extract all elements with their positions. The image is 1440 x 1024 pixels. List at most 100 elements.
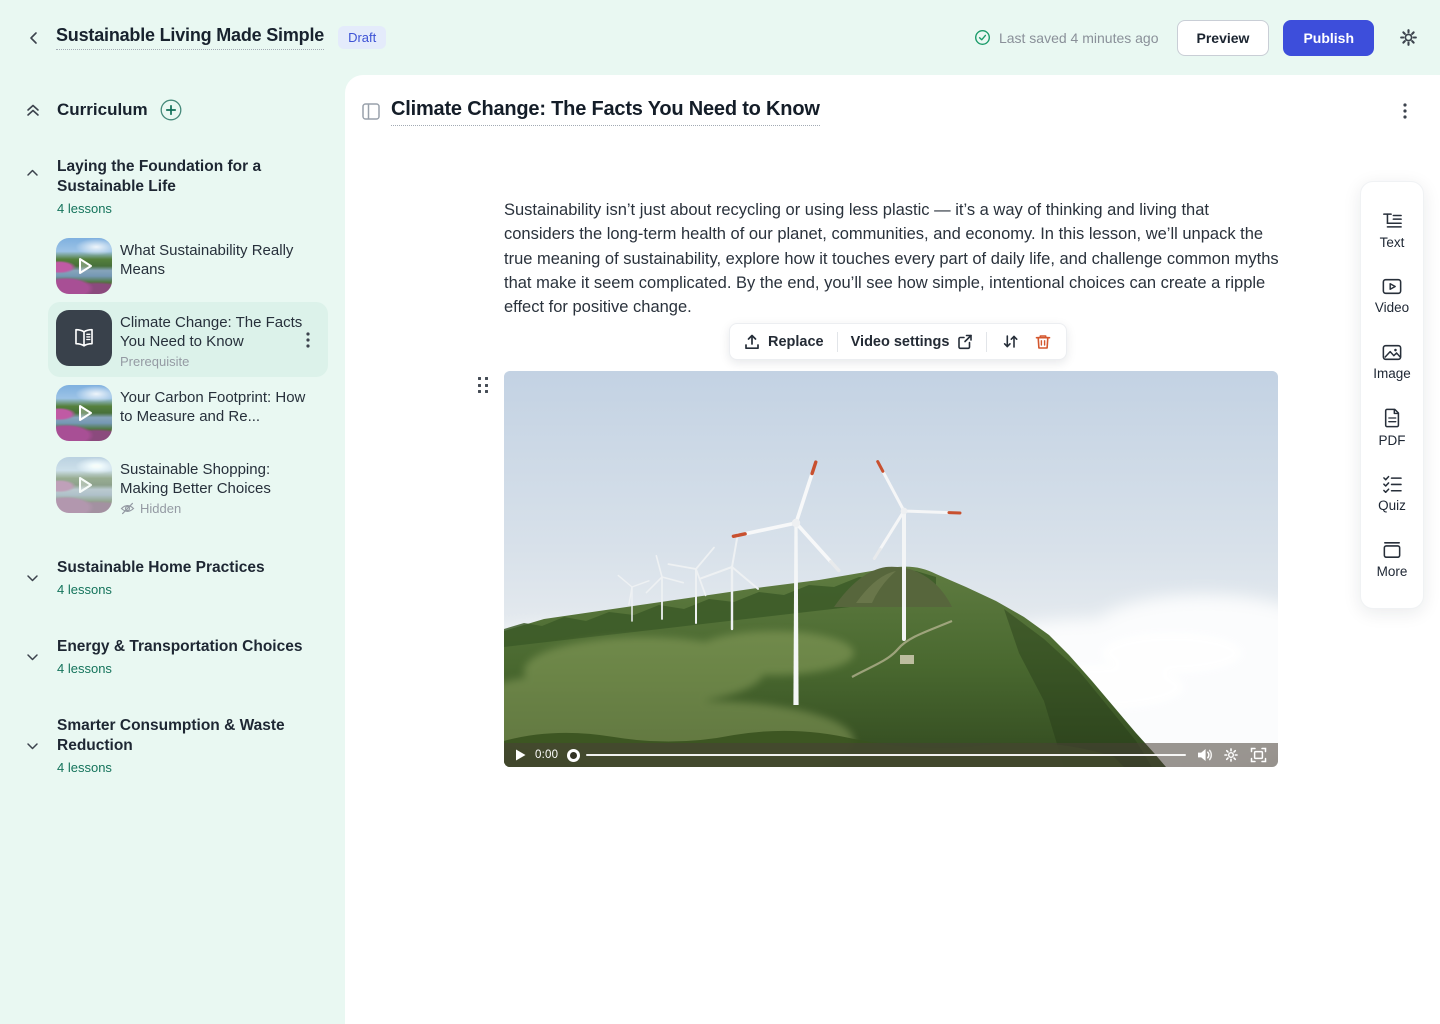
play-button-icon[interactable]	[515, 749, 526, 761]
preview-button[interactable]: Preview	[1177, 20, 1270, 56]
fullscreen-button[interactable]	[1249, 746, 1267, 764]
insert-pdf-button[interactable]: PDF	[1361, 395, 1423, 461]
section-title: Energy & Transportation Choices	[57, 637, 321, 657]
chevron-down-icon[interactable]	[25, 649, 40, 664]
more-blocks-icon	[1382, 541, 1402, 559]
video-settings-button[interactable]: Video settings	[851, 333, 974, 350]
volume-button[interactable]	[1195, 746, 1213, 764]
section-header[interactable]: Laying the Foundation for a Sustainable …	[0, 157, 345, 216]
section-lesson-count: 4 lessons	[57, 582, 321, 597]
trash-icon	[1034, 333, 1052, 351]
lesson-item[interactable]: What Sustainability Really Means	[48, 230, 328, 302]
curriculum-title: Curriculum	[57, 100, 148, 120]
section-lesson-count: 4 lessons	[57, 760, 321, 775]
video-block-toolbar: Replace Video settings	[729, 323, 1067, 360]
lesson-body-text[interactable]: Sustainability isn’t just about recyclin…	[504, 198, 1280, 319]
lesson-list: What Sustainability Really Means	[0, 230, 345, 524]
hidden-label: Hidden	[140, 501, 181, 516]
video-icon	[1382, 278, 1402, 295]
quiz-checklist-icon	[1382, 475, 1402, 493]
lesson-page-title[interactable]: Climate Change: The Facts You Need to Kn…	[391, 98, 820, 126]
replace-video-button[interactable]: Replace	[743, 333, 824, 351]
chevron-down-icon[interactable]	[25, 570, 40, 585]
curriculum-section: Energy & Transportation Choices 4 lesson…	[0, 637, 345, 676]
insert-video-button[interactable]: Video	[1361, 263, 1423, 329]
kebab-menu-icon	[306, 332, 310, 348]
section-title: Laying the Foundation for a Sustainable …	[57, 157, 321, 197]
text-icon	[1382, 211, 1402, 230]
insert-video-label: Video	[1375, 300, 1409, 315]
course-editor: Sustainable Living Made Simple Draft Las…	[0, 0, 1440, 1024]
video-thumbnail	[56, 238, 112, 294]
player-settings-button[interactable]	[1222, 746, 1240, 764]
lesson-options-button[interactable]	[1397, 103, 1413, 119]
insert-image-button[interactable]: Image	[1361, 329, 1423, 395]
lesson-item-hidden[interactable]: Sustainable Shopping: Making Better Choi…	[48, 449, 328, 524]
video-thumbnail	[56, 457, 112, 513]
fullscreen-icon	[1250, 747, 1267, 763]
status-badge: Draft	[338, 26, 386, 49]
eye-off-icon	[120, 501, 135, 516]
section-header[interactable]: Sustainable Home Practices 4 lessons	[0, 558, 345, 597]
lesson-meta: Prerequisite	[120, 354, 320, 369]
lesson-item-selected[interactable]: Climate Change: The Facts You Need to Kn…	[48, 302, 328, 377]
insert-pdf-label: PDF	[1379, 433, 1406, 448]
plus-circle-icon	[160, 99, 182, 121]
add-section-button[interactable]	[160, 99, 182, 121]
seek-handle[interactable]	[567, 749, 580, 762]
last-saved-text: Last saved 4 minutes ago	[999, 30, 1159, 46]
seek-track[interactable]	[586, 754, 1186, 757]
check-circle-icon	[974, 29, 991, 46]
lesson-title: What Sustainability Really Means	[120, 241, 320, 279]
pdf-icon	[1384, 408, 1401, 428]
lesson-header: Climate Change: The Facts You Need to Kn…	[345, 75, 1440, 147]
section-header[interactable]: Energy & Transportation Choices 4 lesson…	[0, 637, 345, 676]
upload-icon	[743, 333, 761, 351]
lesson-item[interactable]: Your Carbon Footprint: How to Measure an…	[48, 377, 328, 449]
chevron-left-icon	[26, 30, 42, 46]
double-chevron-up-icon	[24, 101, 42, 119]
topbar-actions: Last saved 4 minutes ago Preview Publish	[974, 20, 1420, 56]
insert-text-label: Text	[1380, 235, 1405, 250]
insert-more-button[interactable]: More	[1361, 527, 1423, 593]
section-lesson-count: 4 lessons	[57, 661, 321, 676]
lesson-title: Sustainable Shopping: Making Better Choi…	[120, 460, 320, 498]
player-gear-icon	[1223, 747, 1239, 763]
chevron-down-icon[interactable]	[25, 738, 40, 753]
video-thumbnail	[56, 385, 112, 441]
settings-button[interactable]	[1396, 26, 1420, 50]
insert-quiz-label: Quiz	[1378, 498, 1406, 513]
move-block-button[interactable]	[1000, 332, 1020, 352]
play-icon	[72, 254, 96, 278]
video-controls-bar: 0:00	[504, 743, 1278, 767]
video-player[interactable]: 0:00	[504, 371, 1278, 767]
block-drag-handle[interactable]	[478, 377, 488, 393]
section-title: Smarter Consumption & Waste Reduction	[57, 716, 321, 756]
volume-icon	[1196, 747, 1213, 763]
topbar: Sustainable Living Made Simple Draft Las…	[0, 0, 1440, 75]
open-book-icon	[71, 325, 97, 351]
chevron-up-icon[interactable]	[25, 165, 40, 180]
publish-button[interactable]: Publish	[1283, 20, 1374, 56]
insert-quiz-button[interactable]: Quiz	[1361, 461, 1423, 527]
insert-text-button[interactable]: Text	[1361, 197, 1423, 263]
toggle-sidebar-button[interactable]	[362, 103, 380, 120]
video-timestamp: 0:00	[535, 749, 558, 761]
reading-lesson-icon-box	[56, 310, 112, 366]
insert-image-label: Image	[1373, 366, 1411, 381]
course-title[interactable]: Sustainable Living Made Simple	[56, 25, 324, 50]
back-button[interactable]	[24, 28, 44, 48]
curriculum-sidebar: Curriculum Laying the Foundation for a S…	[0, 75, 345, 1024]
collapse-all-button[interactable]	[24, 101, 42, 119]
curriculum-section: Sustainable Home Practices 4 lessons	[0, 558, 345, 597]
lesson-title: Climate Change: The Facts You Need to Kn…	[120, 313, 320, 351]
curriculum-section: Laying the Foundation for a Sustainable …	[0, 157, 345, 524]
replace-label: Replace	[768, 334, 824, 350]
lesson-menu-button[interactable]	[300, 332, 316, 348]
delete-block-button[interactable]	[1033, 332, 1053, 352]
section-header[interactable]: Smarter Consumption & Waste Reduction 4 …	[0, 716, 345, 775]
lesson-title: Your Carbon Footprint: How to Measure an…	[120, 388, 320, 426]
sort-arrows-icon	[1002, 333, 1019, 350]
toolbar-divider	[986, 332, 987, 352]
gear-icon	[1398, 27, 1419, 48]
